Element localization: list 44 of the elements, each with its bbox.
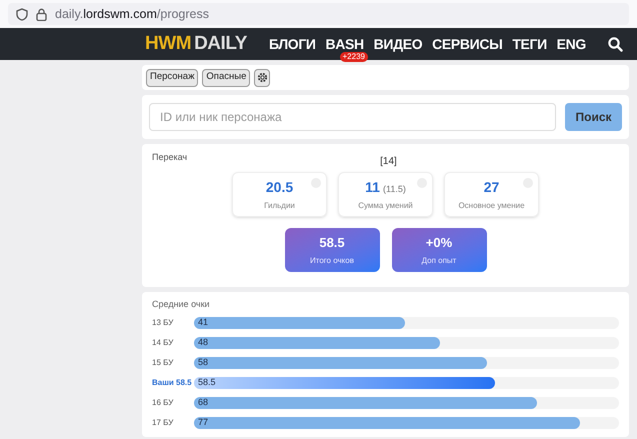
nav-link[interactable]: ТЕГИ [512, 36, 547, 52]
total-value: 58.5 [319, 234, 345, 252]
filter-button[interactable]: Опасные [202, 68, 250, 86]
stat-value: 11 [365, 178, 380, 197]
stat-value: 20.5 [266, 178, 294, 197]
nav-link[interactable]: БЛОГИ [268, 36, 316, 52]
bar-value: 41 [198, 316, 208, 329]
row-label: 17 БУ [152, 416, 174, 428]
total-label: Доп опыт [422, 254, 456, 267]
section-title: Перекач [152, 151, 188, 164]
logo-text[interactable]: HWM [145, 30, 192, 58]
stat-note: (11.5) [382, 183, 406, 196]
row-label: Ваши 58.5 [152, 376, 193, 388]
level-text: [14] [380, 155, 397, 169]
settings-button[interactable] [254, 68, 270, 86]
row-label: 15 БУ [152, 356, 174, 368]
row-label: 13 БУ [152, 316, 174, 328]
nav-link[interactable]: ВИДЕО [374, 36, 422, 52]
bar-value: 48 [198, 336, 208, 349]
nav-link[interactable]: СЕРВИСЫ [432, 36, 502, 52]
total-value: +0% [426, 234, 452, 252]
stat-label: Основное умение [458, 200, 525, 212]
bar-value: 58.5 [198, 376, 216, 389]
lock-icon [36, 8, 47, 20]
nav-link[interactable]: BASH [326, 36, 364, 52]
filter-button[interactable]: Персонаж [146, 68, 198, 86]
total-label: Итого очков [310, 254, 354, 267]
stat-value: 27 [484, 178, 500, 197]
search-field[interactable]: ID или ник персонажа [149, 103, 556, 131]
stat-label: Гильдии [264, 200, 295, 212]
row-label: 16 БУ [152, 396, 174, 408]
stat-label: Сумма умений [358, 200, 413, 212]
nav-link[interactable]: ENG [556, 36, 586, 52]
row-label: 14 БУ [152, 336, 174, 348]
bar-value: 58 [198, 356, 208, 369]
logo-text[interactable]: DAILY [194, 30, 247, 58]
search-button[interactable]: Поиск [565, 103, 622, 131]
gear-icon [256, 72, 268, 83]
shield-icon [16, 8, 28, 20]
bar-value: 77 [198, 416, 208, 429]
search-icon[interactable] [608, 36, 623, 52]
section-title: Средние очки [152, 298, 211, 311]
count-badge: +2239 [340, 52, 368, 62]
bar-value: 68 [198, 396, 208, 409]
